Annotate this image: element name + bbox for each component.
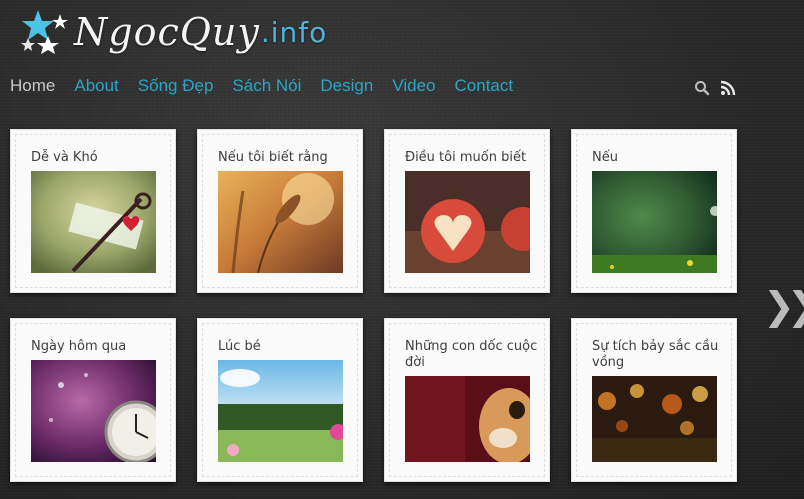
- site-logo[interactable]: NgocQuy .info: [18, 8, 327, 56]
- post-image[interactable]: [592, 171, 717, 273]
- main-nav: Home About Sống Đẹp Sách Nói Design Vide…: [10, 76, 532, 96]
- post-card[interactable]: Điều tôi muốn biết: [384, 129, 550, 293]
- post-card[interactable]: Những con dốc cuộc đời: [384, 318, 550, 482]
- nav-item-video[interactable]: Video: [392, 76, 435, 96]
- logo-name: NgocQuy: [74, 10, 260, 54]
- post-title[interactable]: Lúc bé: [218, 339, 352, 355]
- post-title[interactable]: Sự tích bảy sắc cầu vồng: [592, 339, 726, 371]
- nav-item-design[interactable]: Design: [320, 76, 373, 96]
- nav-item-about[interactable]: About: [74, 76, 118, 96]
- nav-item-sach-noi[interactable]: Sách Nói: [232, 76, 301, 96]
- post-image[interactable]: [405, 376, 530, 462]
- post-card[interactable]: Dễ và Khó: [10, 129, 176, 293]
- nav-tools: [694, 80, 736, 100]
- stars-logo-icon: [18, 8, 72, 56]
- post-title[interactable]: Nếu tôi biết rằng: [218, 150, 352, 166]
- logo-tld: .info: [260, 15, 328, 49]
- post-title[interactable]: Dễ và Khó: [31, 150, 165, 166]
- search-icon[interactable]: [694, 80, 710, 100]
- post-image[interactable]: [218, 171, 343, 273]
- post-image[interactable]: [31, 171, 156, 273]
- post-card[interactable]: Nếu: [571, 129, 737, 293]
- nav-item-song-dep[interactable]: Sống Đẹp: [138, 76, 214, 96]
- next-page-arrow[interactable]: ❯❯: [763, 284, 804, 328]
- post-card[interactable]: Ngày hôm qua: [10, 318, 176, 482]
- post-image[interactable]: [592, 376, 717, 462]
- nav-item-home[interactable]: Home: [10, 76, 55, 96]
- post-title[interactable]: Điều tôi muốn biết: [405, 150, 539, 166]
- post-image[interactable]: [31, 360, 156, 462]
- post-title[interactable]: Những con dốc cuộc đời: [405, 339, 539, 371]
- post-card[interactable]: Sự tích bảy sắc cầu vồng: [571, 318, 737, 482]
- post-image[interactable]: [218, 360, 343, 462]
- rss-icon[interactable]: [720, 80, 736, 100]
- post-image[interactable]: [405, 171, 530, 273]
- post-card[interactable]: Lúc bé: [197, 318, 363, 482]
- post-title[interactable]: Ngày hôm qua: [31, 339, 165, 355]
- post-title[interactable]: Nếu: [592, 150, 726, 166]
- nav-item-contact[interactable]: Contact: [455, 76, 514, 96]
- post-card[interactable]: Nếu tôi biết rằng: [197, 129, 363, 293]
